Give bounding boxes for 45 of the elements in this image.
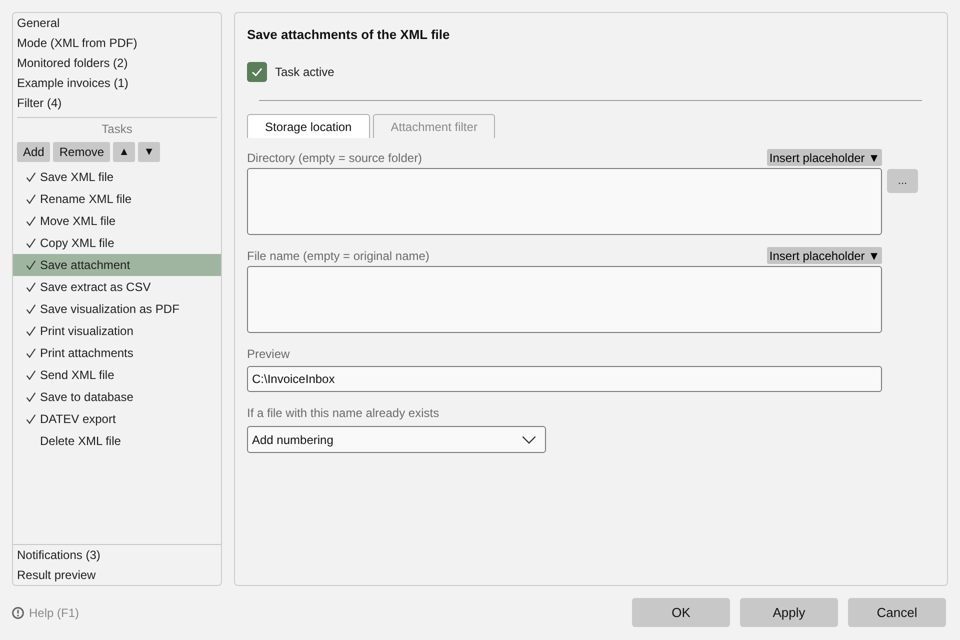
task-item[interactable]: Save XML file xyxy=(13,166,221,188)
task-item[interactable]: Print visualization xyxy=(13,320,221,342)
text-area[interactable] xyxy=(247,266,882,333)
arrow-button[interactable]: ▲ xyxy=(113,142,136,162)
task-item[interactable]: DATEV export xyxy=(13,408,221,430)
panel-title: Save attachments of the XML file xyxy=(247,26,450,44)
field-label: File name (empty = original name) xyxy=(247,248,430,262)
task-item[interactable]: Move XML file xyxy=(13,210,221,232)
text-field[interactable]: C:\InvoiceInbox xyxy=(247,366,882,392)
toolbar-button[interactable]: Add xyxy=(17,142,50,162)
text-area[interactable] xyxy=(247,168,882,235)
nav-item[interactable]: Example invoices (1) xyxy=(13,73,221,93)
dialog-button[interactable]: OK xyxy=(632,598,730,627)
task-item[interactable]: Delete XML file xyxy=(13,430,221,452)
checkbox[interactable] xyxy=(247,62,267,82)
section-heading: Tasks xyxy=(102,121,132,137)
field-label: Preview xyxy=(247,346,290,360)
field-label: If a file with this name already exists xyxy=(247,406,440,420)
dialog-button[interactable]: Apply xyxy=(740,598,838,627)
task-item[interactable]: Save extract as CSV xyxy=(13,276,221,298)
nav-item[interactable]: Monitored folders (2) xyxy=(13,53,221,73)
insert-placeholder-button[interactable]: Insert placeholder ▼ xyxy=(767,247,882,264)
chevron-down-icon xyxy=(522,436,536,444)
toolbar-button[interactable]: Remove xyxy=(53,142,110,162)
arrow-button[interactable]: ▼ xyxy=(138,142,160,162)
task-item[interactable]: Rename XML file xyxy=(13,188,221,210)
nav-item[interactable]: Mode (XML from PDF) xyxy=(13,33,221,53)
nav-item[interactable]: Filter (4) xyxy=(13,93,221,113)
task-item[interactable]: Send XML file xyxy=(13,364,221,386)
tab[interactable]: Storage location xyxy=(247,114,370,138)
task-item[interactable]: Copy XML file xyxy=(13,232,221,254)
checkbox-label: Task active xyxy=(275,65,334,79)
task-item[interactable]: Print attachments xyxy=(13,342,221,364)
task-item[interactable]: Save attachment xyxy=(13,254,221,276)
dialog-button[interactable]: Cancel xyxy=(848,598,946,627)
dropdown[interactable]: Add numbering xyxy=(247,426,546,453)
task-item[interactable]: Save visualization as PDF xyxy=(13,298,221,320)
nav-item[interactable]: Result preview xyxy=(13,565,221,585)
nav-item[interactable]: Notifications (3) xyxy=(13,545,221,565)
nav-item[interactable]: General xyxy=(13,13,221,33)
browse-button[interactable]: ... xyxy=(887,169,918,193)
field-label: Directory (empty = source folder) xyxy=(247,150,422,164)
exclamation-circle-icon xyxy=(12,606,24,618)
insert-placeholder-button[interactable]: Insert placeholder ▼ xyxy=(767,149,882,166)
task-item[interactable]: Save to database xyxy=(13,386,221,408)
